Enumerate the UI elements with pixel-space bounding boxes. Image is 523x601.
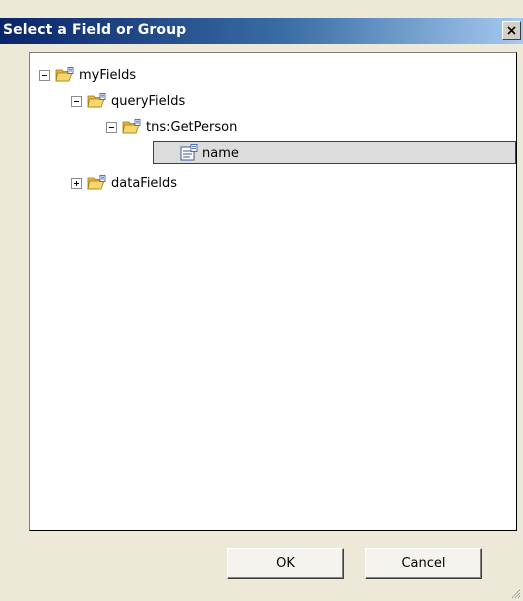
tree-node-label: tns:GetPerson	[146, 119, 238, 135]
dialog-title: Select a Field or Group	[3, 22, 187, 38]
tree-node-label: dataFields	[111, 175, 178, 191]
resize-grip-icon[interactable]	[509, 587, 521, 599]
expand-toggle[interactable]	[71, 177, 82, 189]
ok-button[interactable]: OK	[227, 548, 344, 579]
cancel-button[interactable]: Cancel	[365, 548, 482, 579]
tree-node-label: queryFields	[111, 93, 186, 109]
collapse-toggle[interactable]	[39, 69, 50, 81]
folder-icon	[87, 93, 106, 108]
folder-icon	[87, 175, 106, 190]
title-bar[interactable]: Select a Field or Group	[0, 18, 523, 44]
field-icon	[180, 144, 198, 161]
folder-icon	[55, 67, 74, 82]
tree-node-label: myFields	[79, 67, 137, 83]
collapse-toggle[interactable]	[71, 95, 82, 107]
tree-node-getperson[interactable]: tns:GetPerson	[106, 117, 237, 137]
field-tree[interactable]: myFields queryFields tns:GetPerson name …	[29, 52, 517, 531]
tree-node-name[interactable]: name	[180, 143, 239, 163]
tree-node-myfields[interactable]: myFields	[39, 65, 136, 85]
select-field-dialog: Select a Field or Group myFields queryFi…	[0, 0, 523, 601]
tree-node-queryfields[interactable]: queryFields	[71, 91, 185, 111]
close-icon	[507, 26, 516, 35]
tree-node-label: name	[202, 145, 239, 161]
collapse-toggle[interactable]	[106, 121, 117, 133]
tree-node-datafields[interactable]: dataFields	[71, 173, 177, 193]
close-button[interactable]	[502, 21, 521, 40]
folder-icon	[122, 119, 141, 134]
